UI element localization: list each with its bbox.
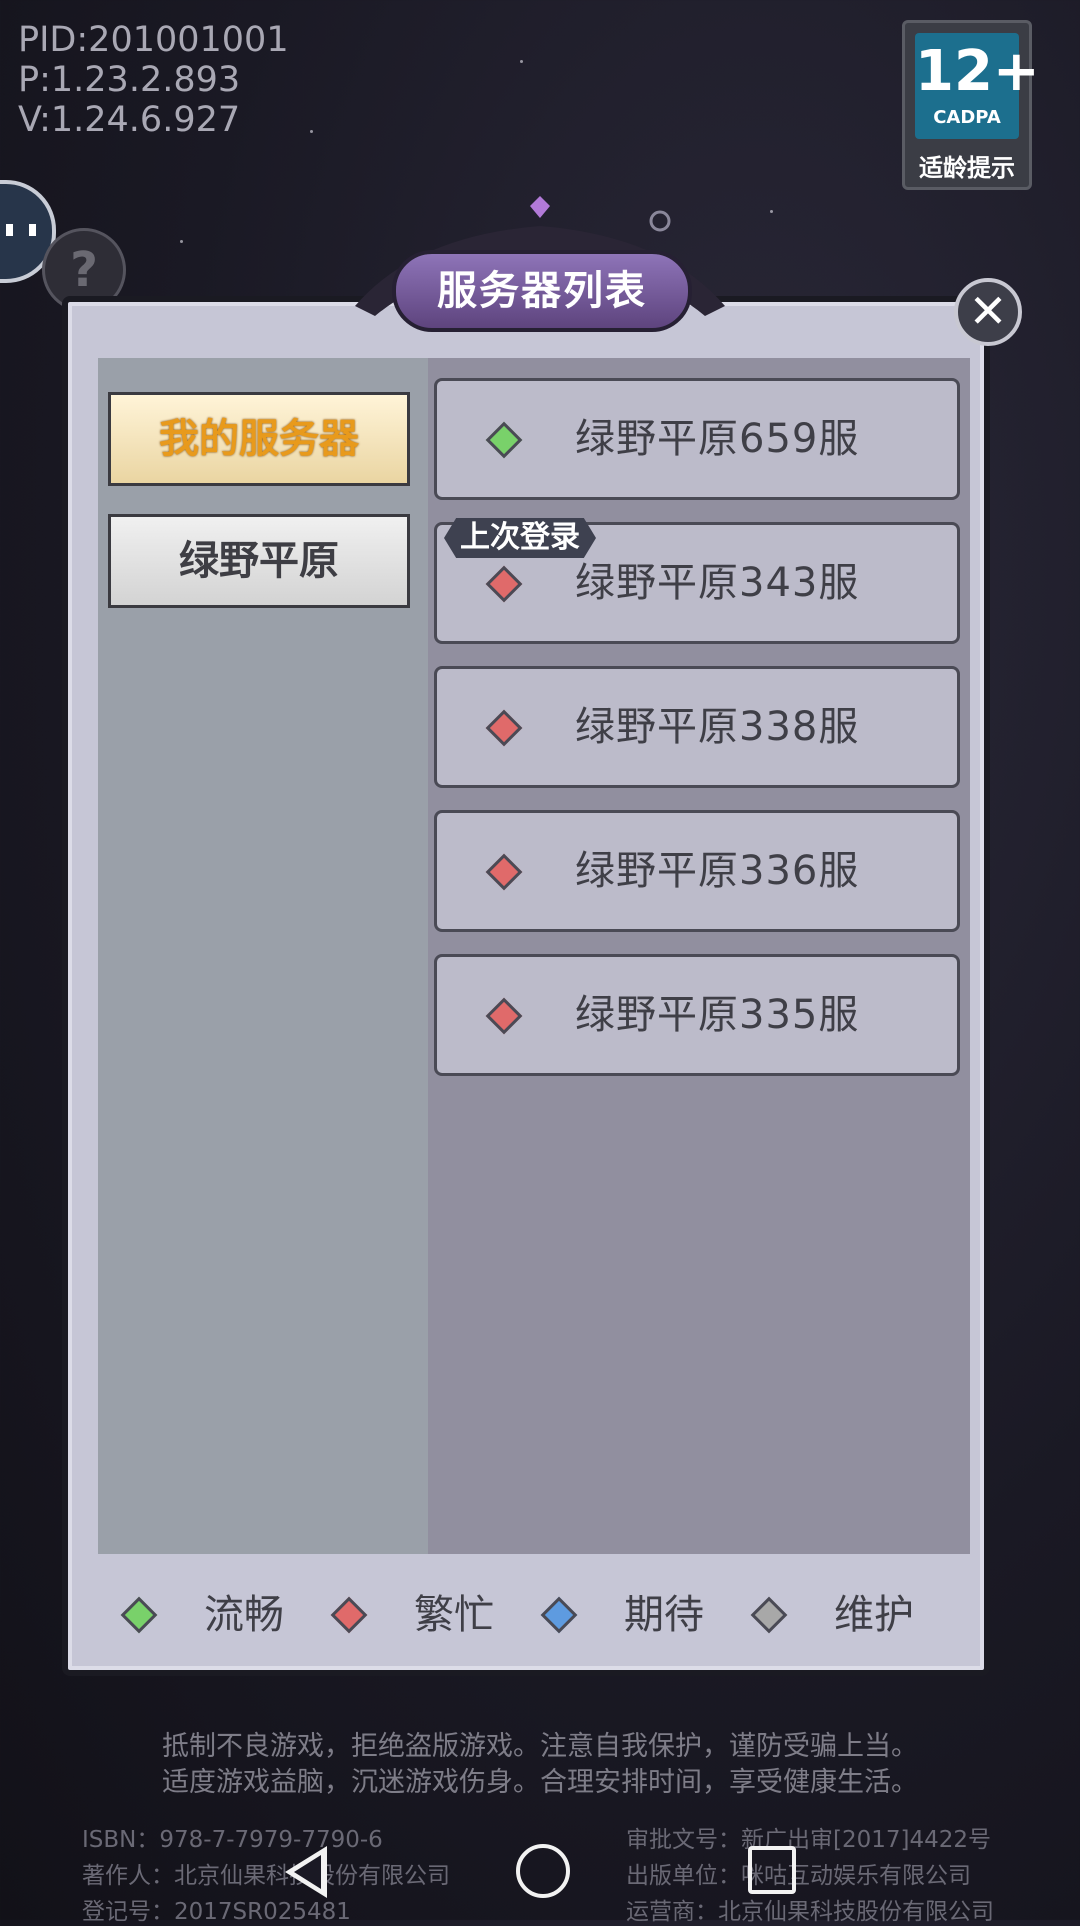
server-name: 绿野平原336服 xyxy=(575,848,860,894)
p-version-text: P:1.23.2.893 xyxy=(18,60,241,100)
status-legend: 流畅 繁忙 期待 维护 xyxy=(98,1574,970,1656)
health-notice-line-1: 抵制不良游戏，拒绝盗版游戏。注意自我保护，谨防受骗上当。 xyxy=(162,1731,918,1762)
legend-label: 繁忙 xyxy=(414,1592,494,1638)
age-rating-org: CADPA xyxy=(933,107,1001,128)
age-rating-badge[interactable]: 12+ CADPA 适龄提示 xyxy=(902,20,1040,190)
age-rating-number: 12+ xyxy=(915,39,1040,104)
status-diamond-icon xyxy=(750,1596,788,1634)
status-diamond-icon xyxy=(330,1596,368,1634)
server-name: 绿野平原338服 xyxy=(575,704,860,750)
status-diamond-icon xyxy=(540,1596,578,1634)
close-button[interactable]: ✕ xyxy=(954,278,1022,346)
status-diamond-icon xyxy=(485,565,523,603)
server-row[interactable]: 绿野平原659服 xyxy=(434,378,960,500)
status-diamond-icon xyxy=(485,709,523,747)
age-rating-panel: 12+ CADPA xyxy=(915,33,1040,139)
legend-label: 维护 xyxy=(834,1592,914,1638)
v-version-text: V:1.24.6.927 xyxy=(18,100,241,140)
status-diamond-icon xyxy=(120,1596,158,1634)
status-diamond-icon xyxy=(485,421,523,459)
pid-text: PID:201001001 xyxy=(18,20,289,60)
recent-apps-icon[interactable] xyxy=(748,1846,796,1894)
category-green-plains[interactable]: 绿野平原 xyxy=(108,514,410,608)
back-icon[interactable] xyxy=(285,1846,327,1898)
server-row[interactable]: 绿野平原336服 xyxy=(434,810,960,932)
last-login-tag: 上次登录 xyxy=(444,518,596,558)
build-info: PID:201001001 P:1.23.2.893 V:1.24.6.927 xyxy=(18,20,289,140)
server-row[interactable]: 绿野平原335服 xyxy=(434,954,960,1076)
dialog-title: 服务器列表 xyxy=(392,250,692,332)
status-diamond-icon xyxy=(485,853,523,891)
legend-label: 流畅 xyxy=(204,1592,284,1638)
server-name: 绿野平原335服 xyxy=(575,992,860,1038)
server-name: 绿野平原659服 xyxy=(575,416,860,462)
age-rating-tip: 适龄提示 xyxy=(919,154,1015,182)
status-diamond-icon xyxy=(485,997,523,1035)
server-row[interactable]: 绿野平原338服 xyxy=(434,666,960,788)
home-icon[interactable] xyxy=(516,1844,570,1898)
navigation-bar xyxy=(0,1824,1080,1920)
legend-label: 期待 xyxy=(624,1592,704,1638)
server-name: 绿野平原343服 xyxy=(575,560,860,606)
health-notice-line-2: 适度游戏益脑，沉迷游戏伤身。合理安排时间，享受健康生活。 xyxy=(162,1767,918,1798)
close-icon: ✕ xyxy=(968,284,1008,338)
category-my-servers[interactable]: 我的服务器 xyxy=(108,392,410,486)
